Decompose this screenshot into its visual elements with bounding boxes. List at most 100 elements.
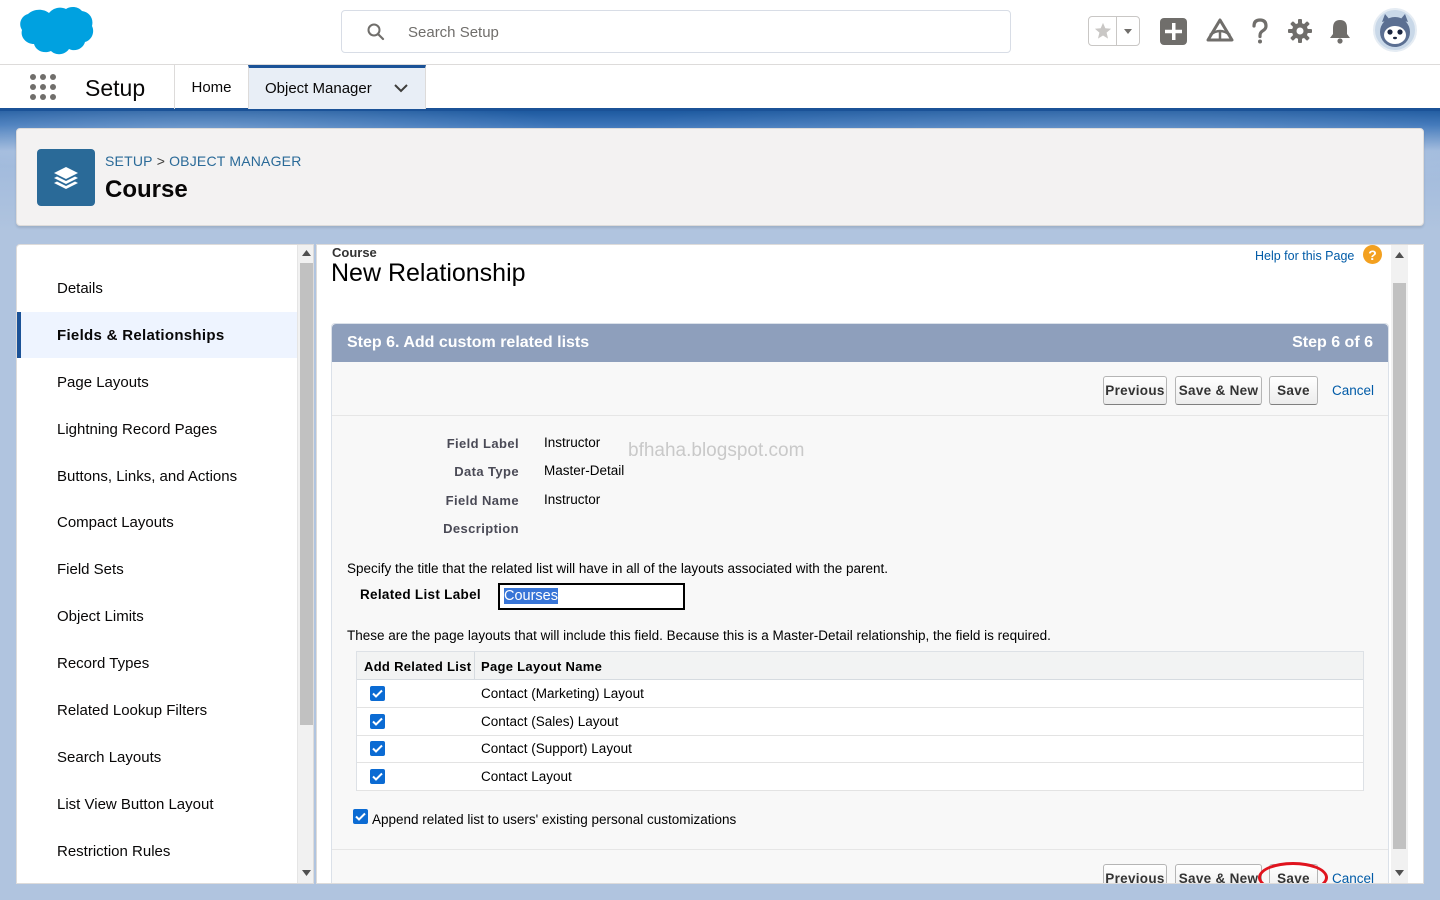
bottom-button-row: Previous Save & New Save Cancel xyxy=(332,849,1388,883)
save-new-button[interactable]: Save & New xyxy=(1175,376,1262,405)
add-related-list-checkbox[interactable] xyxy=(370,714,385,729)
add-related-list-checkbox[interactable] xyxy=(370,769,385,784)
sidebar-item-related-lookup-filters[interactable]: Related Lookup Filters xyxy=(17,687,297,733)
sidebar-item-restriction-rules[interactable]: Restriction Rules xyxy=(17,828,297,874)
step-title: Step 6. Add custom related lists xyxy=(347,334,590,351)
search-input[interactable] xyxy=(408,21,968,43)
sidebar-item-list-view-button-layout[interactable]: List View Button Layout xyxy=(17,781,297,827)
add-related-list-checkbox[interactable] xyxy=(370,686,385,701)
add-icon[interactable] xyxy=(1158,16,1188,46)
sidebar-item-compact-layouts[interactable]: Compact Layouts xyxy=(17,499,297,545)
help-icon[interactable] xyxy=(1245,16,1275,46)
object-title: Course xyxy=(105,176,188,203)
scroll-down-icon[interactable] xyxy=(1394,869,1405,877)
field-label-value: Instructor xyxy=(544,435,601,450)
previous-button-bottom[interactable]: Previous xyxy=(1103,864,1167,883)
related-list-label-input[interactable]: Courses xyxy=(498,583,685,610)
data-type-value: Master-Detail xyxy=(544,463,625,478)
page-layout-name: Contact (Sales) Layout xyxy=(481,714,619,729)
field-name-label: Field Name xyxy=(445,493,519,508)
table-header: Add Related List Page Layout Name xyxy=(357,652,1363,680)
favorites-group xyxy=(1088,16,1140,46)
watermark: bfhaha.blogspot.com xyxy=(628,440,805,461)
breadcrumb-separator: > xyxy=(156,153,166,169)
favorites-star-icon[interactable] xyxy=(1089,17,1117,45)
main-scroll-thumb[interactable] xyxy=(1393,283,1406,849)
page-layout-name: Contact (Support) Layout xyxy=(481,741,632,756)
sidebar-item-record-types[interactable]: Record Types xyxy=(17,640,297,686)
search-box[interactable] xyxy=(341,10,1011,53)
column-header-page-layout-name: Page Layout Name xyxy=(481,659,603,674)
help-link[interactable]: Help for this Page xyxy=(1255,249,1354,263)
breadcrumb: SETUP > OBJECT MANAGER xyxy=(105,153,302,169)
layers-icon xyxy=(37,149,95,206)
breadcrumb-object-manager[interactable]: OBJECT MANAGER xyxy=(169,153,301,169)
global-header xyxy=(0,0,1440,64)
object-header: SETUP > OBJECT MANAGER Course xyxy=(16,128,1424,226)
sidebar-scrollbar[interactable] xyxy=(297,245,313,883)
cancel-link-bottom[interactable]: Cancel xyxy=(1332,871,1374,883)
step-header: Step 6. Add custom related lists Step 6 … xyxy=(332,324,1388,362)
scroll-up-icon[interactable] xyxy=(301,249,312,257)
trailhead-icon[interactable] xyxy=(1205,16,1235,46)
field-name-value: Instructor xyxy=(544,492,601,507)
gear-icon[interactable] xyxy=(1285,16,1315,46)
table-row: Contact (Sales) Layout xyxy=(357,708,1363,736)
sidebar-item-fields-relationships[interactable]: Fields & Relationships xyxy=(17,312,297,358)
page-type: Course xyxy=(332,245,377,260)
field-label-label: Field Label xyxy=(446,436,519,451)
top-button-row: Previous Save & New Save Cancel xyxy=(332,362,1388,416)
save-button[interactable]: Save xyxy=(1269,376,1318,405)
previous-button[interactable]: Previous xyxy=(1103,376,1167,405)
app-launcher-icon[interactable] xyxy=(29,73,57,101)
tab-object-manager-label: Object Manager xyxy=(265,80,372,97)
search-icon xyxy=(367,23,385,41)
layouts-instruction: These are the page layouts that will inc… xyxy=(347,628,1051,643)
tab-home[interactable]: Home xyxy=(174,65,248,109)
sidebar-item-lightning-record-pages[interactable]: Lightning Record Pages xyxy=(17,406,297,452)
sidebar-item-search-layouts[interactable]: Search Layouts xyxy=(17,734,297,780)
main-scrollbar[interactable] xyxy=(1391,245,1408,883)
column-divider xyxy=(474,652,475,680)
scroll-up-icon[interactable] xyxy=(1394,251,1405,259)
append-label: Append related list to users' existing p… xyxy=(372,812,737,827)
sidebar-item-details[interactable]: Details xyxy=(17,265,297,311)
sidebar-item-page-layouts[interactable]: Page Layouts xyxy=(17,359,297,405)
main-content: Course New Relationship Help for this Pa… xyxy=(316,244,1424,884)
page-title: New Relationship xyxy=(331,259,526,287)
breadcrumb-setup[interactable]: SETUP xyxy=(105,153,153,169)
cancel-link[interactable]: Cancel xyxy=(1332,383,1374,398)
scroll-down-icon[interactable] xyxy=(301,869,312,877)
salesforce-logo[interactable] xyxy=(18,6,94,56)
context-bar: Setup Home Object Manager xyxy=(0,64,1440,111)
table-row: Contact (Marketing) Layout xyxy=(357,680,1363,708)
page-layouts-table: Add Related List Page Layout Name Contac… xyxy=(356,651,1364,791)
help-circle-icon[interactable]: ? xyxy=(1363,245,1382,264)
page-layout-name: Contact (Marketing) Layout xyxy=(481,686,644,701)
description-label: Description xyxy=(443,521,519,536)
page-layout-name: Contact Layout xyxy=(481,769,572,784)
sidebar: Details Fields & Relationships Page Layo… xyxy=(16,244,314,884)
favorites-dropdown-icon[interactable] xyxy=(1117,17,1139,45)
sidebar-item-field-sets[interactable]: Field Sets xyxy=(17,546,297,592)
table-row: Contact Layout xyxy=(357,763,1363,791)
title-instruction: Specify the title that the related list … xyxy=(347,561,889,576)
table-row: Contact (Support) Layout xyxy=(357,735,1363,763)
chevron-down-icon[interactable] xyxy=(393,81,409,95)
sidebar-item-buttons-links-actions[interactable]: Buttons, Links, and Actions xyxy=(17,453,297,499)
append-checkbox[interactable] xyxy=(353,809,368,824)
column-header-add-related-list: Add Related List xyxy=(364,659,472,674)
sidebar-item-object-limits[interactable]: Object Limits xyxy=(17,593,297,639)
add-related-list-checkbox[interactable] xyxy=(370,741,385,756)
related-list-label: Related List Label xyxy=(360,587,481,602)
save-new-button-bottom[interactable]: Save & New xyxy=(1175,864,1262,883)
data-type-label: Data Type xyxy=(454,464,519,479)
related-list-label-value: Courses xyxy=(504,588,558,604)
step-number: Step 6 of 6 xyxy=(1292,334,1373,351)
wizard-step-panel: Step 6. Add custom related lists Step 6 … xyxy=(331,323,1389,883)
tab-object-manager[interactable]: Object Manager xyxy=(248,65,426,109)
avatar[interactable] xyxy=(1373,8,1417,52)
bell-icon[interactable] xyxy=(1325,16,1355,46)
app-name: Setup xyxy=(85,75,146,101)
sidebar-scroll-thumb[interactable] xyxy=(300,263,313,725)
